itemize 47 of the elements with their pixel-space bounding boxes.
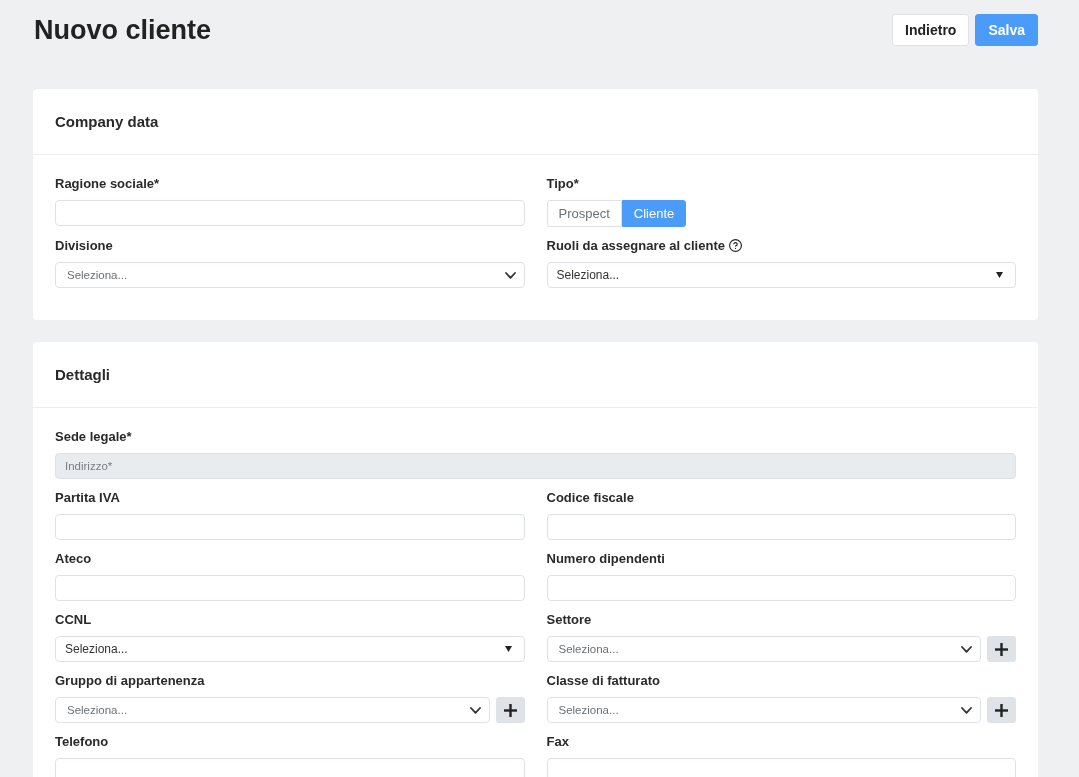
- field-label: Partita IVA: [55, 490, 120, 505]
- add-button[interactable]: [987, 697, 1016, 723]
- caret-down-icon: [996, 272, 1003, 278]
- select-field[interactable]: Seleziona...: [55, 636, 525, 662]
- add-button[interactable]: [495, 697, 525, 723]
- chevron-down-icon: [504, 271, 516, 279]
- field-label: Numero dipendenti: [546, 551, 665, 566]
- field-label: Divisione: [55, 238, 113, 253]
- text-field[interactable]: [55, 514, 525, 540]
- add-button[interactable]: [987, 636, 1016, 662]
- field-label: Sede legale*: [55, 429, 132, 444]
- chevron-down-icon: [961, 706, 972, 714]
- save-button[interactable]: Salva: [975, 14, 1038, 46]
- text-field[interactable]: [55, 758, 525, 777]
- text-field[interactable]: [546, 758, 1016, 777]
- field-label: Ragione sociale*: [55, 176, 160, 191]
- section-title: Company data: [55, 113, 159, 130]
- field-label: Fax: [546, 734, 569, 749]
- plus-icon: [503, 703, 517, 717]
- text-field[interactable]: [55, 200, 525, 226]
- caret-down-icon: [504, 646, 512, 652]
- chevron-down-icon: [469, 706, 481, 714]
- segment-button[interactable]: Prospect: [546, 200, 622, 227]
- plus-icon: [995, 703, 1008, 717]
- field-label: Classe di fatturato: [546, 673, 660, 688]
- page-title: Nuovo cliente: [34, 14, 212, 46]
- field-label: Ateco: [55, 551, 92, 566]
- field-label: Codice fiscale: [546, 490, 634, 505]
- section-title: Dettagli: [55, 366, 110, 383]
- select-field[interactable]: Seleziona...: [546, 262, 1016, 288]
- field-label: Telefono: [55, 734, 109, 749]
- chevron-down-icon: [961, 645, 972, 653]
- text-field[interactable]: [546, 514, 1016, 540]
- select-field[interactable]: Seleziona...: [55, 697, 490, 723]
- text-field[interactable]: [55, 575, 525, 601]
- plus-icon: [995, 642, 1008, 656]
- field-label: Gruppo di appartenenza: [55, 673, 205, 688]
- field-label: Settore: [546, 612, 592, 627]
- segment-button[interactable]: Cliente: [621, 200, 687, 227]
- field-label: CCNL: [55, 612, 92, 627]
- field-label: Ruoli da assegnare al cliente: [546, 238, 725, 253]
- field-label: Tipo*: [546, 176, 579, 191]
- select-field[interactable]: Seleziona...: [546, 697, 981, 723]
- text-field[interactable]: [546, 575, 1016, 601]
- select-field[interactable]: Seleziona...: [55, 262, 525, 288]
- back-button[interactable]: Indietro: [892, 14, 970, 46]
- select-field[interactable]: Seleziona...: [546, 636, 981, 662]
